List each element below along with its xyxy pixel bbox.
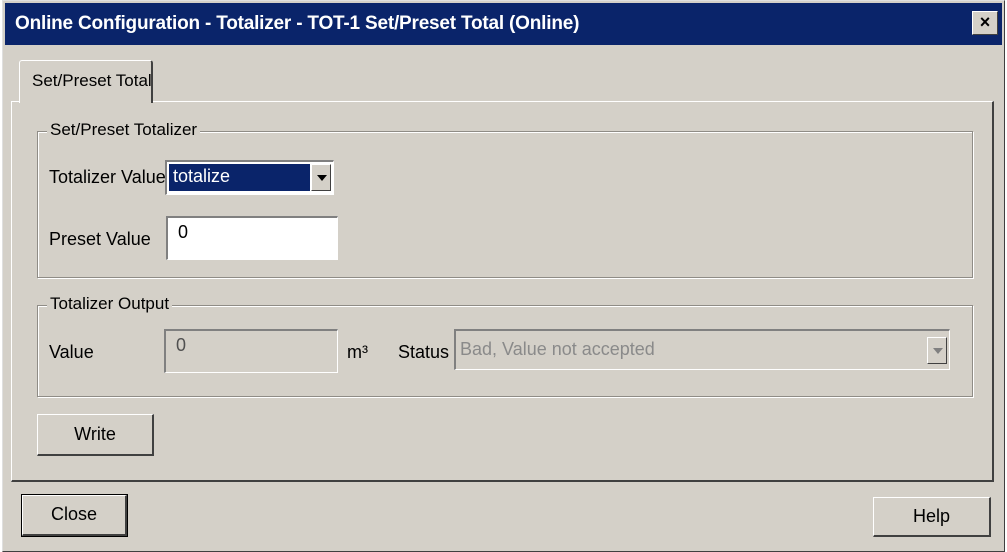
totalizer-value-selected: totalize: [169, 164, 310, 191]
output-value-field: 0: [164, 329, 338, 373]
help-button[interactable]: Help: [873, 497, 991, 537]
status-value: Bad, Value not accepted: [460, 339, 655, 359]
tab-label: Set/Preset Total: [32, 71, 152, 90]
write-button[interactable]: Write: [37, 414, 154, 456]
output-value-label: Value: [49, 342, 94, 362]
group-title: Totalizer Output: [47, 294, 173, 314]
close-icon[interactable]: ×: [972, 11, 998, 35]
preset-value-input[interactable]: 0: [166, 216, 338, 260]
window-title: Online Configuration - Totalizer - TOT-1…: [15, 13, 580, 34]
tab-set-preset-total[interactable]: Set/Preset Total: [19, 60, 153, 103]
totalizer-value-label: Totalizer Value: [49, 167, 166, 187]
status-label: Status: [398, 342, 450, 362]
chevron-down-icon: [927, 337, 947, 364]
preset-value-label: Preset Value: [49, 229, 151, 249]
totalizer-value-dropdown[interactable]: totalize: [165, 160, 334, 195]
unit-label: m³: [347, 342, 368, 362]
status-dropdown: Bad, Value not accepted: [454, 329, 950, 370]
close-button[interactable]: Close: [21, 494, 128, 537]
title-bar: Online Configuration - Totalizer - TOT-1…: [5, 3, 1002, 45]
group-title: Set/Preset Totalizer: [47, 120, 201, 140]
chevron-down-icon[interactable]: [311, 164, 331, 191]
